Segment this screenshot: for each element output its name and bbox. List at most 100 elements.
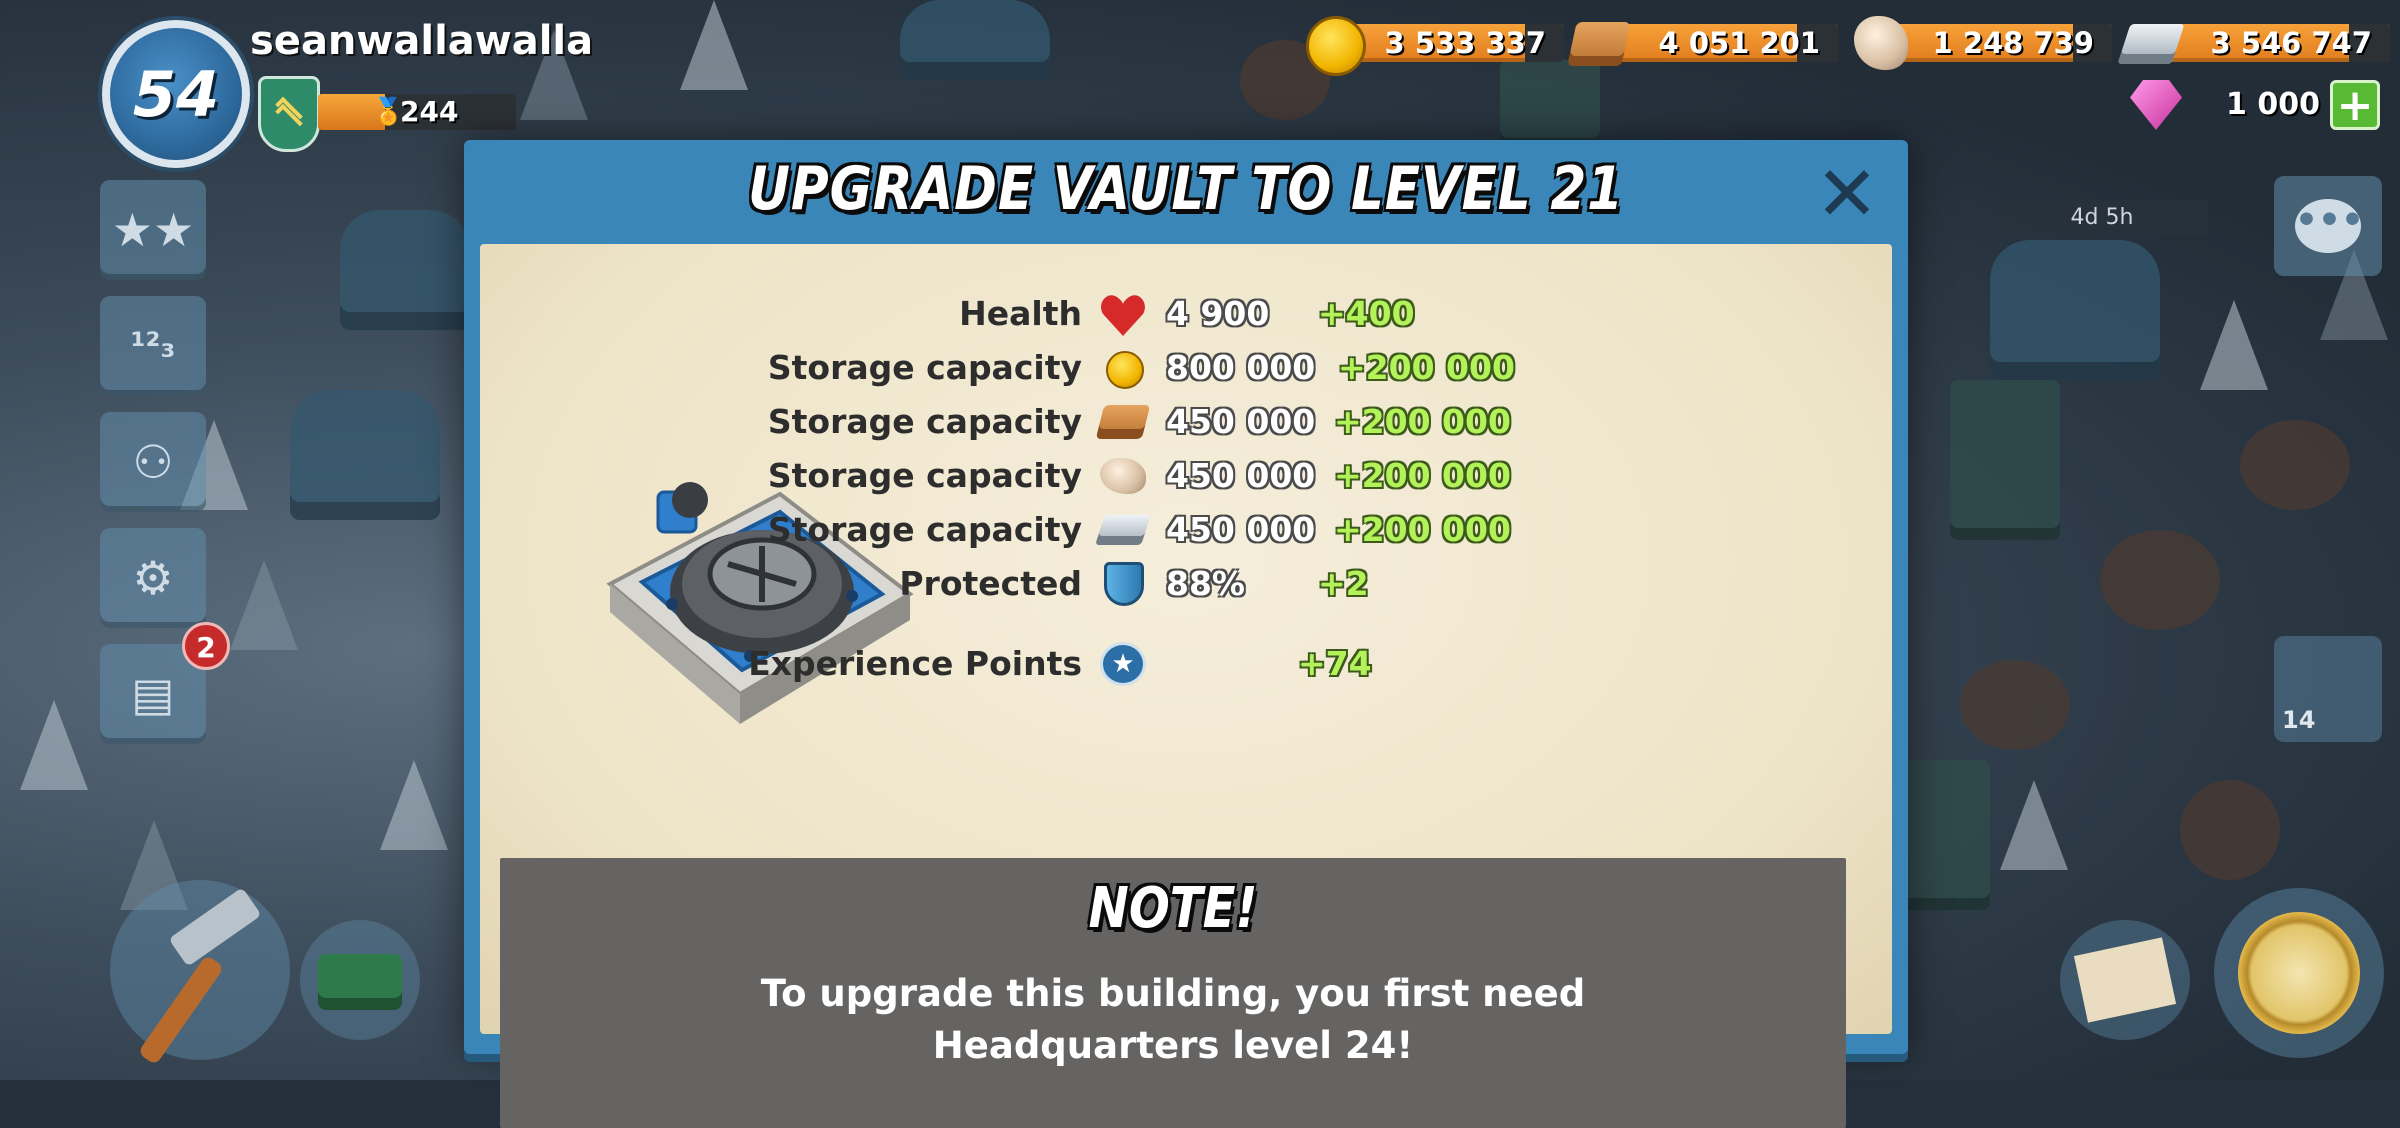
resource-gold-value: 3 533 337 xyxy=(1384,26,1546,60)
build-button[interactable] xyxy=(110,880,290,1066)
snow-tree xyxy=(20,700,88,790)
note-title: NOTE! xyxy=(1088,876,1258,941)
stat-row: Storage capacity 450 000 +200 000 xyxy=(480,396,1892,448)
dialog-content: Health 4 900 +400 Storage capacity 800 000 +2… xyxy=(480,244,1892,1128)
stone-icon xyxy=(1100,458,1146,494)
troops-count: 14 xyxy=(2282,706,2316,734)
stat-label: Protected xyxy=(899,564,1082,603)
building-tower xyxy=(1900,760,1990,910)
wood-icon xyxy=(1567,22,1631,66)
snow-tree xyxy=(380,760,448,850)
gems-counter: 1 000 + xyxy=(2130,80,2390,130)
leaderboard-button[interactable]: ¹²₃ xyxy=(100,296,206,396)
cannon-turret xyxy=(1960,660,2070,750)
resource-stone-value: 1 248 739 xyxy=(1932,26,2094,60)
rank-chevron-icon[interactable] xyxy=(258,76,320,152)
stat-value: 450 000 xyxy=(1166,402,1316,441)
cannon-turret xyxy=(2240,420,2350,510)
chat-button[interactable]: ••• xyxy=(2274,176,2382,276)
task-force-button[interactable]: ⚇ xyxy=(100,412,206,512)
stat-label: Storage capacity xyxy=(767,402,1082,441)
rank-value: 244 xyxy=(400,95,459,128)
heart-icon xyxy=(1100,292,1146,336)
player-level-badge[interactable]: 54 xyxy=(102,20,250,168)
stat-row: Health 4 900 +400 xyxy=(480,288,1892,340)
treasure-chest-icon xyxy=(318,954,402,1010)
settings-button[interactable]: ⚙ xyxy=(100,528,206,628)
player-level: 54 xyxy=(132,57,220,131)
stat-label: Storage capacity xyxy=(767,348,1082,387)
snow-tree xyxy=(230,560,298,650)
map-button[interactable] xyxy=(2060,920,2190,1040)
hammer-handle xyxy=(137,954,225,1066)
compass-button[interactable] xyxy=(2214,888,2384,1058)
stat-bonus: +74 xyxy=(1298,644,1372,683)
cannon-turret xyxy=(2180,780,2280,880)
dialog-title: UPGRADE VAULT TO LEVEL 21 xyxy=(748,154,1624,224)
add-gems-button[interactable]: + xyxy=(2330,80,2380,130)
building-hut xyxy=(290,390,440,520)
stat-label: Storage capacity xyxy=(767,456,1082,495)
wood-icon xyxy=(1095,405,1151,439)
resource-wood[interactable]: 4 051 201 xyxy=(1567,20,1838,66)
building-tower xyxy=(1950,380,2060,540)
snow-tree xyxy=(2000,780,2068,870)
player-name[interactable]: seanwallawalla xyxy=(250,18,593,64)
resource-iron[interactable]: 3 546 747 xyxy=(2117,20,2390,66)
stat-row: Storage capacity 450 000 +200 000 xyxy=(480,504,1892,556)
treasure-chest-button[interactable] xyxy=(300,920,420,1040)
stat-row: Protected 88% +2 xyxy=(480,558,1892,610)
stat-value: 88% xyxy=(1166,564,1245,603)
stat-row: Experience Points ★ +74 xyxy=(480,638,1892,690)
gem-icon xyxy=(2130,80,2182,130)
troops-button[interactable]: 14 xyxy=(2274,636,2382,742)
stat-bonus: +200 000 xyxy=(1338,348,1515,387)
note-line-1: To upgrade this building, you first need xyxy=(760,972,1586,1015)
hammer-icon xyxy=(168,887,262,967)
gold-coin-icon xyxy=(1106,351,1144,389)
upgrade-dialog: UPGRADE VAULT TO LEVEL 21 ✕ Health 4 900 +… xyxy=(464,140,1908,1128)
gem-count: 1 000 xyxy=(2226,87,2320,122)
newspaper-icon: ▤ xyxy=(131,667,175,721)
upgrade-timer: 4d 5h xyxy=(1996,200,2208,236)
close-button[interactable]: ✕ xyxy=(1812,156,1882,232)
resource-gold[interactable]: 3 533 337 xyxy=(1306,16,1565,76)
shield-icon xyxy=(1104,562,1144,606)
note-line-2: Headquarters level 24! xyxy=(932,1024,1414,1067)
stat-bonus: +2 xyxy=(1318,564,1369,603)
podium-icon: ¹²₃ xyxy=(130,326,176,366)
resource-iron-value: 3 546 747 xyxy=(2210,26,2372,60)
favorites-button[interactable]: ★★ xyxy=(100,180,206,280)
xp-star-icon: ★ xyxy=(1100,642,1146,686)
group-icon: ⚇ xyxy=(132,435,174,489)
stat-bonus: +400 xyxy=(1318,294,1415,333)
building-hut xyxy=(900,0,1050,80)
news-notification-badge: 2 xyxy=(182,622,230,670)
note-panel: NOTE! To upgrade this building, you firs… xyxy=(500,858,1846,1128)
stars-icon: ★★ xyxy=(111,203,195,257)
note-message: To upgrade this building, you first need… xyxy=(500,968,1846,1072)
stat-value: 450 000 xyxy=(1166,510,1316,549)
stat-label: Experience Points xyxy=(748,644,1082,683)
cannon-turret xyxy=(2100,530,2220,630)
stat-bonus: +200 000 xyxy=(1334,456,1511,495)
iron-icon xyxy=(1095,515,1151,545)
stat-label: Storage capacity xyxy=(767,510,1082,549)
resource-wood-value: 4 051 201 xyxy=(1658,26,1820,60)
snow-tree xyxy=(680,0,748,90)
resource-stone[interactable]: 1 248 739 xyxy=(1854,16,2113,70)
stat-row: Storage capacity 800 000 +200 000 xyxy=(480,342,1892,394)
gear-icon: ⚙ xyxy=(132,551,174,605)
gold-coin-icon xyxy=(1306,16,1366,76)
stat-value: 4 900 xyxy=(1166,294,1270,333)
building-hut xyxy=(1990,240,2160,380)
building-hut xyxy=(340,210,470,330)
stat-row: Storage capacity 450 000 +200 000 xyxy=(480,450,1892,502)
building-tower xyxy=(1500,60,1600,150)
stat-bonus: +200 000 xyxy=(1334,402,1511,441)
snow-tree xyxy=(2200,300,2268,390)
stone-icon xyxy=(1854,16,1908,70)
stat-bonus: +200 000 xyxy=(1334,510,1511,549)
compass-icon xyxy=(2238,912,2360,1034)
map-icon xyxy=(2073,937,2177,1023)
